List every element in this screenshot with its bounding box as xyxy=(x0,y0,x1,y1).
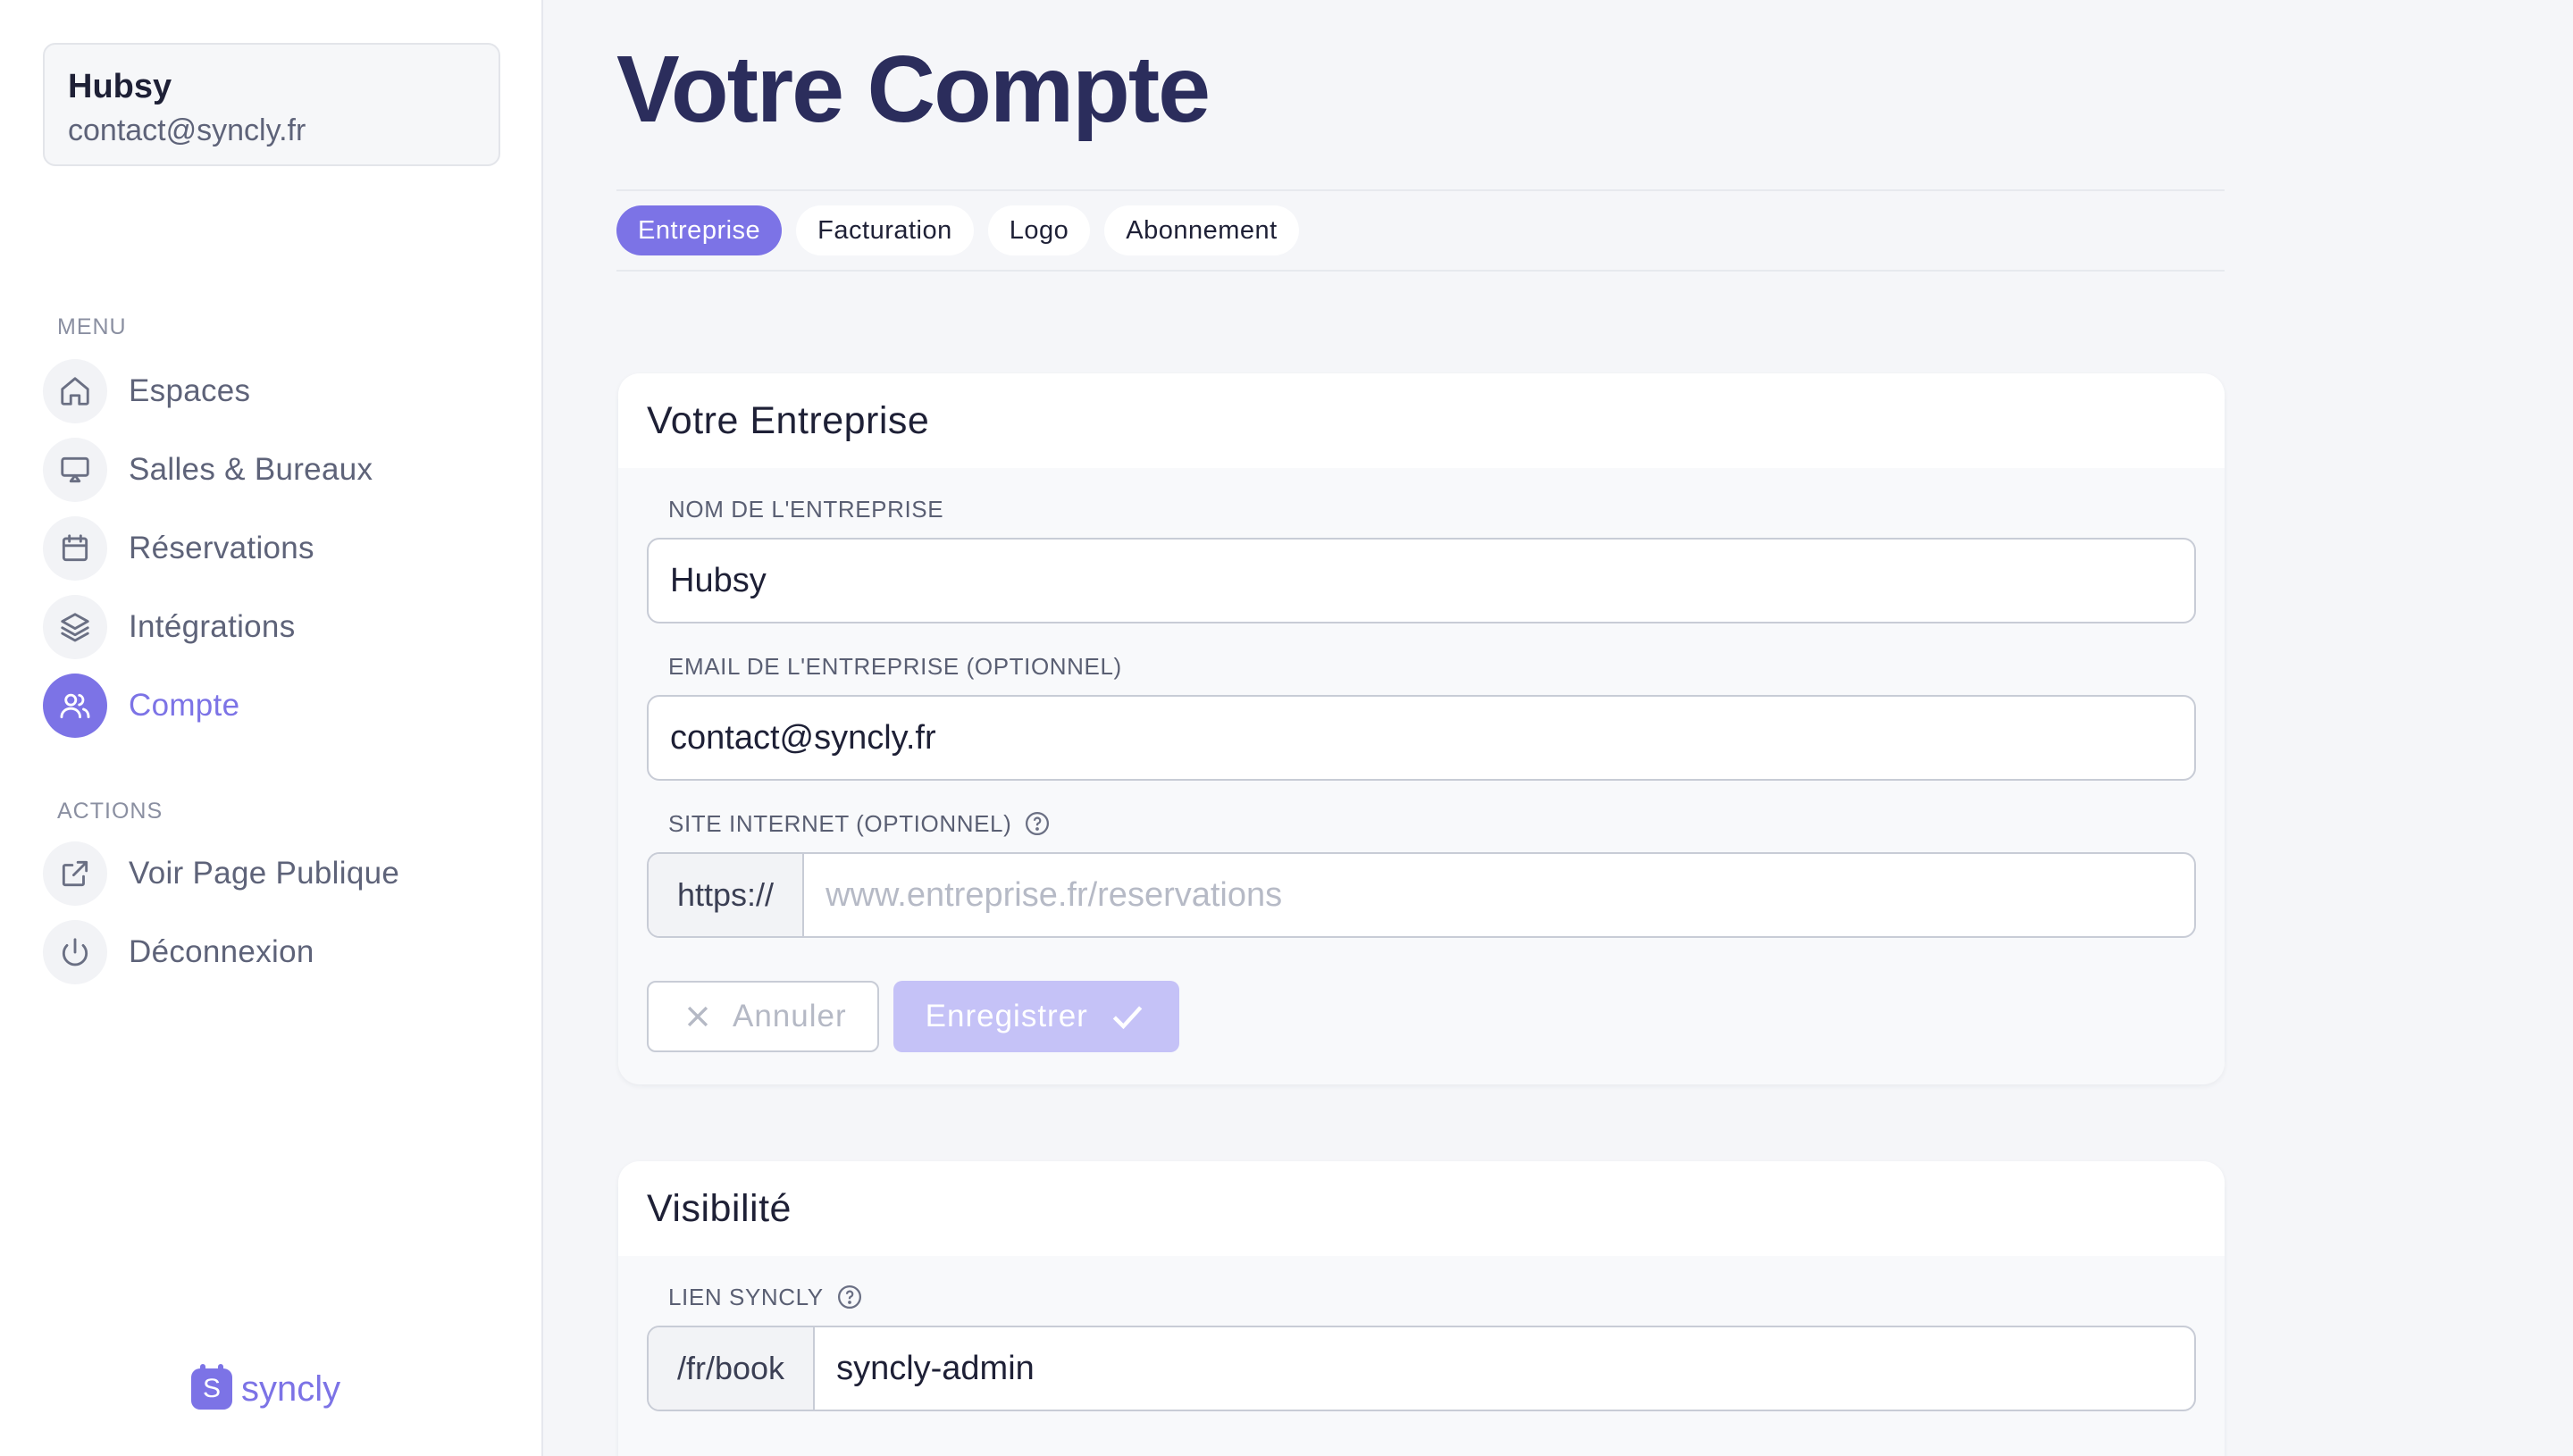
visibility-card: Visibilité LIEN SYNCLY /fr/book xyxy=(618,1161,2225,1456)
account-tabs: Entreprise Facturation Logo Abonnement xyxy=(616,189,2225,272)
sidebar-item-espaces[interactable]: Espaces xyxy=(43,359,507,423)
tab-logo[interactable]: Logo xyxy=(987,205,1091,255)
company-name-input[interactable] xyxy=(647,538,2196,623)
monitor-icon xyxy=(43,438,107,502)
visibility-card-title: Visibilité xyxy=(618,1161,2225,1256)
company-name-label: NOM DE L'ENTREPRISE xyxy=(668,495,944,523)
sidebar-item-reservations[interactable]: Réservations xyxy=(43,516,507,581)
company-card-title: Votre Entreprise xyxy=(618,373,2225,468)
website-label: SITE INTERNET (OPTIONNEL) xyxy=(668,809,1012,837)
tab-abonnement[interactable]: Abonnement xyxy=(1104,205,1299,255)
tab-entreprise[interactable]: Entreprise xyxy=(616,205,783,255)
home-icon xyxy=(43,359,107,423)
account-card[interactable]: Hubsy contact@syncly.fr xyxy=(43,43,500,166)
sidebar-item-compte[interactable]: Compte xyxy=(43,674,507,738)
save-button[interactable]: Enregistrer xyxy=(893,981,1179,1052)
website-input[interactable] xyxy=(804,854,2194,936)
check-icon xyxy=(1112,1006,1143,1030)
brand-name: syncly xyxy=(241,1368,341,1409)
external-link-icon xyxy=(43,841,107,906)
sidebar-item-label: Compte xyxy=(129,688,240,723)
save-button-label: Enregistrer xyxy=(925,999,1088,1033)
menu-section-label: MENU xyxy=(57,314,127,339)
syncly-link-input-group: /fr/book xyxy=(647,1326,2196,1411)
account-name: Hubsy xyxy=(68,68,172,105)
sidebar-item-label: Espaces xyxy=(129,373,251,408)
form-actions: Annuler Enregistrer xyxy=(647,981,2196,1052)
sidebar-item-label: Intégrations xyxy=(129,609,296,644)
syncly-link-input[interactable] xyxy=(815,1327,2194,1410)
sidebar-item-integrations[interactable]: Intégrations xyxy=(43,595,507,659)
syncly-link-label-row: LIEN SYNCLY xyxy=(647,1279,2196,1315)
company-card: Votre Entreprise NOM DE L'ENTREPRISE EMA… xyxy=(618,373,2225,1084)
users-icon xyxy=(43,674,107,738)
cancel-button-label: Annuler xyxy=(733,999,847,1033)
website-input-group: https:// xyxy=(647,852,2196,938)
calendar-icon xyxy=(43,516,107,581)
website-prefix: https:// xyxy=(649,854,805,936)
sidebar-item-label: Réservations xyxy=(129,531,314,565)
brand-mark: S xyxy=(191,1364,232,1410)
cancel-button[interactable]: Annuler xyxy=(647,981,879,1052)
account-email: contact@syncly.fr xyxy=(68,113,306,147)
sidebar-item-label: Voir Page Publique xyxy=(129,856,400,891)
actions-section-label: ACTIONS xyxy=(57,799,163,824)
power-icon xyxy=(43,920,107,984)
sidebar-item-salles-bureaux[interactable]: Salles & Bureaux xyxy=(43,438,507,502)
company-email-input[interactable] xyxy=(647,695,2196,781)
brand-logo: S syncly xyxy=(191,1364,341,1410)
sidebar: Hubsy contact@syncly.fr MENU Espaces Sal… xyxy=(0,0,543,1456)
layers-icon xyxy=(43,595,107,659)
website-label-row: SITE INTERNET (OPTIONNEL) xyxy=(647,806,2196,841)
sidebar-item-label: Déconnexion xyxy=(129,934,314,969)
company-email-label: EMAIL DE L'ENTREPRISE (OPTIONNEL) xyxy=(668,652,1122,680)
tab-facturation[interactable]: Facturation xyxy=(796,205,974,255)
close-icon xyxy=(687,1006,708,1027)
help-icon[interactable] xyxy=(836,1284,863,1310)
sidebar-item-label: Salles & Bureaux xyxy=(129,452,373,487)
page-title: Votre Compte xyxy=(616,37,1211,142)
syncly-link-label: LIEN SYNCLY xyxy=(668,1283,824,1310)
syncly-link-prefix: /fr/book xyxy=(649,1327,816,1410)
help-icon[interactable] xyxy=(1024,810,1051,837)
sidebar-item-voir-page-publique[interactable]: Voir Page Publique xyxy=(43,841,507,906)
sidebar-item-deconnexion[interactable]: Déconnexion xyxy=(43,920,507,984)
